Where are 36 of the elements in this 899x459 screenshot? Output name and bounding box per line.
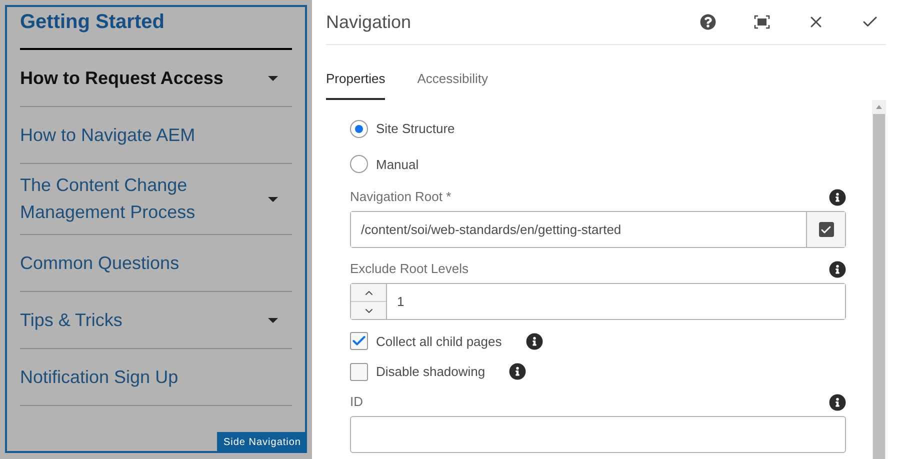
info-icon[interactable] (526, 332, 543, 350)
nav-title: Getting Started (20, 7, 292, 50)
field-label: Exclude Root Levels (350, 260, 469, 278)
checkbox-label: Collect all child pages (376, 332, 502, 351)
field-label: Navigation Root * (350, 188, 452, 206)
nav-item[interactable]: How to Navigate AEM (20, 107, 292, 164)
caret-icon[interactable] (268, 196, 278, 202)
caret-icon[interactable] (268, 76, 278, 80)
radio-button[interactable] (350, 155, 368, 174)
info-icon[interactable] (829, 260, 846, 278)
nav-item[interactable]: Common Questions (20, 235, 292, 292)
input-field[interactable] (350, 416, 846, 453)
nav-item[interactable]: Notification Sign Up (20, 349, 292, 406)
nav-item[interactable]: Tips & Tricks (20, 292, 292, 349)
component-badge: Side Navigation (217, 432, 307, 453)
tab[interactable]: Accessibility (417, 69, 488, 100)
nav-item[interactable]: How to Request Access (20, 50, 292, 107)
checkbox-icon (818, 222, 834, 238)
path-field[interactable]: /content/soi/web-standards/en/getting-started (350, 211, 846, 248)
help-button[interactable] (698, 12, 718, 32)
browse-button[interactable] (806, 212, 845, 248)
info-icon[interactable] (829, 394, 846, 410)
checkbox-label: Disable shadowing (376, 363, 486, 382)
checkbox[interactable] (350, 362, 368, 381)
caret-icon[interactable] (268, 318, 278, 322)
info-icon[interactable] (509, 363, 526, 380)
dialog-title: Navigation (326, 10, 412, 34)
field-label: ID (350, 393, 363, 412)
scrollbar[interactable] (872, 100, 886, 459)
radio-label: Manual (376, 156, 419, 174)
nav-item[interactable]: The Content Change Management Process (20, 164, 292, 235)
radio-label: Site Structure (376, 120, 455, 138)
tab[interactable]: Properties (326, 69, 386, 100)
checkbox[interactable] (350, 332, 368, 350)
info-icon[interactable] (829, 188, 846, 206)
radio-button[interactable] (350, 120, 368, 138)
